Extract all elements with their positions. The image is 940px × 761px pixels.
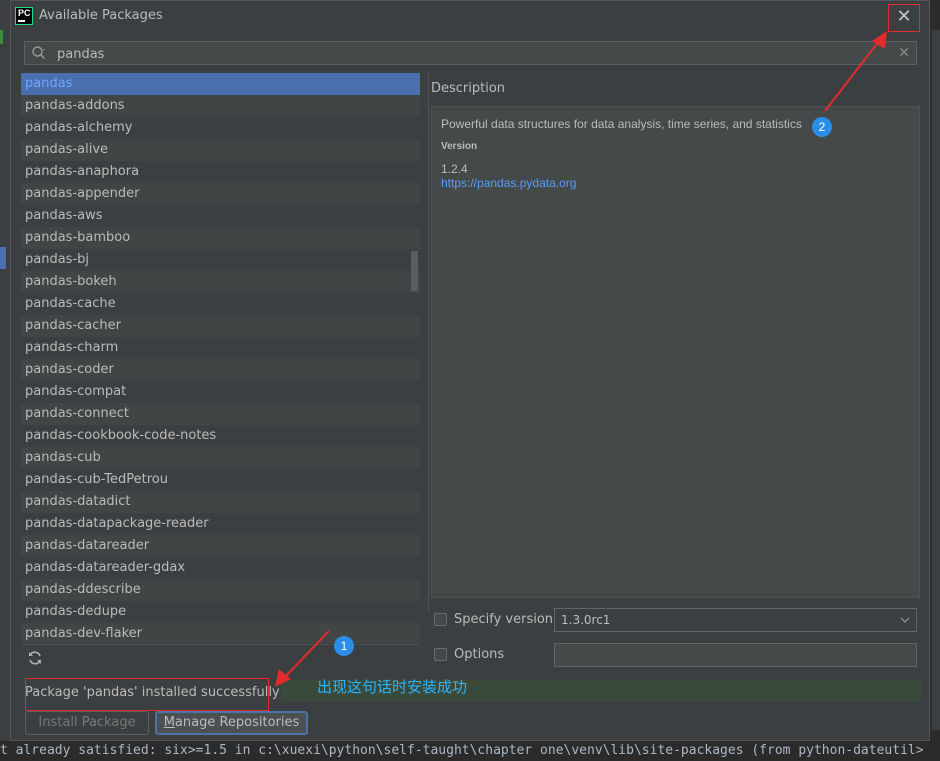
manage-label: anage Repositories: [174, 715, 300, 730]
homepage-link[interactable]: https://pandas.pydata.org: [441, 176, 910, 190]
clear-search-icon[interactable]: ✕: [898, 44, 910, 62]
install-package-button[interactable]: Install Package: [25, 711, 149, 735]
options-input[interactable]: [554, 643, 917, 667]
package-list-item[interactable]: pandas-datadict: [21, 491, 420, 513]
package-list-item[interactable]: pandas-cacher: [21, 315, 420, 337]
description-label: Description: [431, 81, 506, 96]
package-list-item[interactable]: pandas-ddescribe: [21, 579, 420, 601]
available-packages-dialog: PC Available Packages ✕ ✕ pandaspandas-a…: [10, 0, 930, 741]
close-icon: ✕: [896, 6, 912, 27]
package-list-item[interactable]: pandas-addons: [21, 95, 420, 117]
package-list-item[interactable]: pandas-cache: [21, 293, 420, 315]
package-list-toolbar: [21, 644, 420, 671]
package-list-item[interactable]: pandas-datapackage-reader: [21, 513, 420, 535]
annotation-note: 出现这句话时安装成功: [317, 678, 468, 696]
annotation-badge-1: 1: [334, 636, 354, 656]
search-box: ✕: [24, 41, 917, 66]
ide-right-gutter: [932, 30, 940, 730]
dialog-title: Available Packages: [39, 8, 163, 23]
console-output-line: t already satisfied: six>=1.5 in c:\xuex…: [0, 741, 940, 761]
search-input[interactable]: [55, 42, 899, 66]
search-icon[interactable]: [31, 45, 47, 61]
pycharm-logo-icon: PC: [15, 7, 33, 25]
ide-left-gutter: [0, 0, 10, 761]
gutter-mark: [0, 247, 6, 269]
package-list-item[interactable]: pandas-bamboo: [21, 227, 420, 249]
package-list-item[interactable]: pandas-anaphora: [21, 161, 420, 183]
package-list-item[interactable]: pandas-alive: [21, 139, 420, 161]
package-list-item[interactable]: pandas-coder: [21, 359, 420, 381]
package-list-item[interactable]: pandas-aws: [21, 205, 420, 227]
package-list-item[interactable]: pandas-bokeh: [21, 271, 420, 293]
package-list[interactable]: pandas pandas-addons pandas-alchemy pandas-…: [21, 73, 420, 643]
version-value: 1.2.4: [441, 162, 468, 176]
version-select[interactable]: 1.3.0rc1: [554, 608, 917, 632]
package-list-scrollbar[interactable]: [411, 251, 418, 291]
package-list-item[interactable]: pandas-dev-flaker: [21, 623, 420, 643]
package-list-item[interactable]: pandas-cub: [21, 447, 420, 469]
specify-version-checkbox[interactable]: [434, 613, 447, 626]
package-list-item[interactable]: pandas-cub-TedPetrou: [21, 469, 420, 491]
manage-repositories-button[interactable]: Manage Repositories: [155, 711, 308, 735]
options-label: Options: [454, 647, 505, 662]
package-list-item[interactable]: pandas-appender: [21, 183, 420, 205]
version-heading: Version: [441, 141, 478, 152]
close-button[interactable]: ✕: [888, 4, 920, 32]
package-list-item[interactable]: pandas-cookbook-code-notes: [21, 425, 420, 447]
package-list-item[interactable]: pandas-alchemy: [21, 117, 420, 139]
package-list-item[interactable]: pandas: [21, 73, 420, 95]
description-panel: Powerful data structures for data analys…: [431, 106, 920, 598]
annotation-badge-2: 2: [812, 117, 832, 137]
manage-mnemonic: M: [163, 715, 175, 730]
package-list-item[interactable]: pandas-charm: [21, 337, 420, 359]
refresh-icon[interactable]: [27, 650, 43, 666]
status-message: Package 'pandas' installed successfully: [25, 685, 280, 700]
version-select-value: 1.3.0rc1: [561, 613, 611, 627]
package-list-item[interactable]: pandas-dedupe: [21, 601, 420, 623]
package-list-item[interactable]: pandas-datareader-gdax: [21, 557, 420, 579]
options-checkbox[interactable]: [434, 648, 447, 661]
dialog-titlebar: PC Available Packages ✕: [11, 1, 929, 33]
package-list-item[interactable]: pandas-connect: [21, 403, 420, 425]
package-list-item[interactable]: pandas-bj: [21, 249, 420, 271]
package-description: Powerful data structures for data analys…: [441, 117, 802, 131]
package-list-item[interactable]: pandas-datareader: [21, 535, 420, 557]
panel-divider[interactable]: [428, 73, 429, 613]
chevron-down-icon: [900, 617, 910, 623]
gutter-mark: [0, 30, 3, 44]
package-list-item[interactable]: pandas-compat: [21, 381, 420, 403]
specify-version-label: Specify version: [454, 612, 554, 627]
